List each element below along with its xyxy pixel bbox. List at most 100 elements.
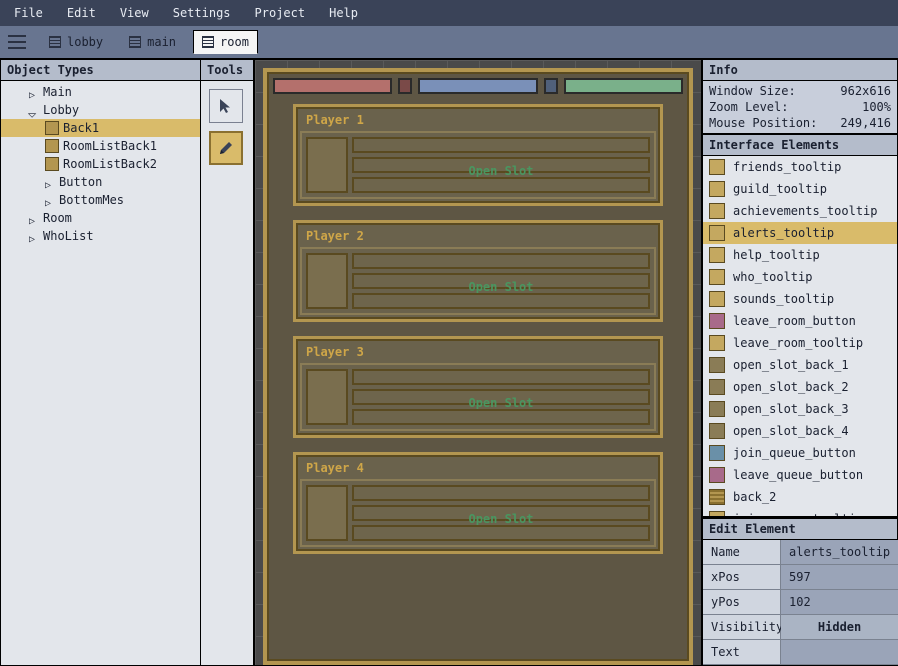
- ie-label: help_tooltip: [733, 248, 820, 262]
- edit-value-name[interactable]: alerts_tooltip: [781, 540, 898, 565]
- interface-elements-panel: Interface Elements friends_tooltipguild_…: [702, 134, 898, 517]
- caret-icon[interactable]: [29, 87, 39, 97]
- edit-value-xpos[interactable]: 597: [781, 565, 898, 590]
- player-card[interactable]: Player 3Open Slot: [293, 336, 663, 438]
- ie-label: join_queue_tooltip: [733, 512, 863, 516]
- tooltip-icon: [709, 247, 725, 263]
- ie-label: open_slot_back_3: [733, 402, 849, 416]
- caret-icon[interactable]: [29, 105, 39, 115]
- player-name: Player 2: [300, 227, 656, 245]
- edit-value-visibility[interactable]: Hidden: [781, 615, 898, 640]
- caret-icon[interactable]: [45, 195, 55, 205]
- player-avatar: [306, 137, 348, 193]
- ie-item-join_queue_button[interactable]: join_queue_button: [703, 442, 897, 464]
- caret-icon[interactable]: [29, 213, 39, 223]
- tab-lobby[interactable]: lobby: [40, 30, 112, 54]
- tree-label: BottomMes: [59, 193, 124, 207]
- document-icon: [49, 36, 61, 48]
- edit-element-panel: Edit Element Namealerts_tooltipxPos597yP…: [702, 517, 898, 666]
- ie-label: leave_room_button: [733, 314, 856, 328]
- interface-elements-list: friends_tooltip guild_tooltip achievements…: [703, 156, 897, 516]
- menu-edit[interactable]: Edit: [57, 2, 106, 24]
- tree-item-wholist[interactable]: WhoList: [1, 227, 200, 245]
- ie-item-back_2[interactable]: back_2: [703, 486, 897, 508]
- menu-settings[interactable]: Settings: [163, 2, 241, 24]
- tooltip-icon: [709, 291, 725, 307]
- tree-item-roomlistback1[interactable]: RoomListBack1: [1, 137, 200, 155]
- document-icon: [129, 36, 141, 48]
- tools-title: Tools: [201, 60, 253, 81]
- info-window-size-label: Window Size:: [709, 84, 796, 98]
- info-panel: Info Window Size:962x616 Zoom Level:100%…: [702, 59, 898, 134]
- edit-value-text[interactable]: [781, 640, 898, 665]
- caret-icon[interactable]: [45, 177, 55, 187]
- tree-item-roomlistback2[interactable]: RoomListBack2: [1, 155, 200, 173]
- buttonx-icon: [709, 313, 725, 329]
- tree-item-back1[interactable]: Back1: [1, 119, 200, 137]
- ie-item-leave_room_button[interactable]: leave_room_button: [703, 310, 897, 332]
- tabbar-menu-icon[interactable]: [8, 35, 26, 49]
- menu-project[interactable]: Project: [245, 2, 316, 24]
- tooltip-icon: [709, 269, 725, 285]
- ie-label: open_slot_back_4: [733, 424, 849, 438]
- caret-icon[interactable]: [29, 231, 39, 241]
- tooltip-icon: [709, 335, 725, 351]
- open-slot-label: Open Slot: [352, 273, 650, 289]
- info-window-size: 962x616: [840, 84, 891, 98]
- tree-label: Back1: [63, 121, 99, 135]
- edit-value-ypos[interactable]: 102: [781, 590, 898, 615]
- color-swatch-icon: [45, 157, 59, 171]
- ie-label: open_slot_back_2: [733, 380, 849, 394]
- ie-item-leave_room_tooltip[interactable]: leave_room_tooltip: [703, 332, 897, 354]
- ie-item-sounds_tooltip[interactable]: sounds_tooltip: [703, 288, 897, 310]
- player-card[interactable]: Player 2 Open Slot: [293, 220, 663, 322]
- pencil-tool[interactable]: [209, 131, 243, 165]
- menu-help[interactable]: Help: [319, 2, 368, 24]
- ie-item-friends_tooltip[interactable]: friends_tooltip: [703, 156, 897, 178]
- edit-label-visibility: Visibility: [703, 615, 781, 640]
- ie-item-open_slot_back_3[interactable]: open_slot_back_3: [703, 398, 897, 420]
- tree-item-bottommes[interactable]: BottomMes: [1, 191, 200, 209]
- ie-item-guild_tooltip[interactable]: guild_tooltip: [703, 178, 897, 200]
- ie-item-open_slot_back_2[interactable]: open_slot_back_2: [703, 376, 897, 398]
- ie-item-who_tooltip[interactable]: who_tooltip: [703, 266, 897, 288]
- object-types-panel: Object Types MainLobbyBack1RoomListBack1…: [0, 59, 200, 666]
- ie-item-join_queue_tooltip[interactable]: join_queue_tooltip: [703, 508, 897, 516]
- ie-item-open_slot_back_4[interactable]: open_slot_back_4: [703, 420, 897, 442]
- player-card[interactable]: Player 4Open Slot: [293, 452, 663, 554]
- canvas-viewport[interactable]: Player 1Open SlotPlayer 2Open SlotPlayer…: [254, 59, 702, 666]
- pointer-tool[interactable]: [209, 89, 243, 123]
- tab-room[interactable]: room: [193, 30, 258, 54]
- ie-label: join_queue_button: [733, 446, 856, 460]
- button-icon: [709, 423, 725, 439]
- tools-panel: Tools: [200, 59, 254, 666]
- ie-label: achievements_tooltip: [733, 204, 878, 218]
- tooltip-icon: [709, 225, 725, 241]
- ie-item-open_slot_back_1[interactable]: open_slot_back_1: [703, 354, 897, 376]
- player-card[interactable]: Player 1Open Slot: [293, 104, 663, 206]
- ie-label: open_slot_back_1: [733, 358, 849, 372]
- tree-item-button[interactable]: Button: [1, 173, 200, 191]
- ie-item-help_tooltip[interactable]: help_tooltip: [703, 244, 897, 266]
- tab-label: main: [147, 35, 176, 49]
- ie-label: friends_tooltip: [733, 160, 841, 174]
- tree-label: Room: [43, 211, 72, 225]
- ie-label: alerts_tooltip: [733, 226, 834, 240]
- player-name: Player 4: [300, 459, 656, 477]
- ie-label: guild_tooltip: [733, 182, 827, 196]
- tree-label: Main: [43, 85, 72, 99]
- tree-label: WhoList: [43, 229, 94, 243]
- ie-item-achievements_tooltip[interactable]: achievements_tooltip: [703, 200, 897, 222]
- tree-item-room[interactable]: Room: [1, 209, 200, 227]
- edit-label-ypos: yPos: [703, 590, 781, 615]
- menu-file[interactable]: File: [4, 2, 53, 24]
- player-avatar: [306, 253, 348, 309]
- tab-main[interactable]: main: [120, 30, 185, 54]
- ie-item-alerts_tooltip[interactable]: alerts_tooltip: [703, 222, 897, 244]
- ie-label: back_2: [733, 490, 776, 504]
- tree-item-lobby[interactable]: Lobby: [1, 101, 200, 119]
- tree-item-main[interactable]: Main: [1, 83, 200, 101]
- info-mouse: 249,416: [840, 116, 891, 130]
- ie-item-leave_queue_button[interactable]: leave_queue_button: [703, 464, 897, 486]
- menu-view[interactable]: View: [110, 2, 159, 24]
